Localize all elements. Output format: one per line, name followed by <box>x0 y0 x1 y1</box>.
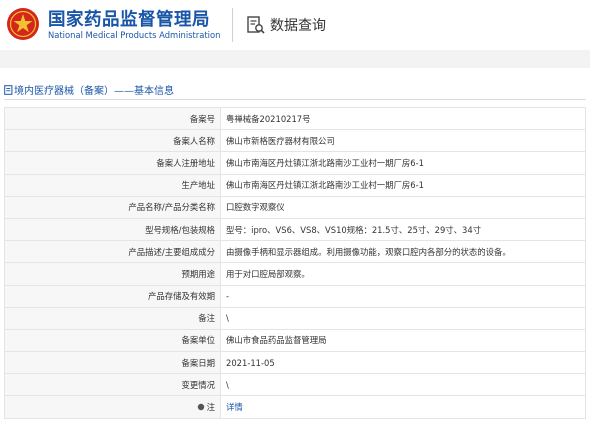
row-value: 详情 <box>220 395 586 419</box>
table-row: 预期用途 用于对口腔局部观察。 <box>4 262 586 286</box>
row-label: 备案人名称 <box>4 129 221 153</box>
row-label: 产品存储及有效期 <box>4 284 221 308</box>
table-row: 产品名称/产品分类名称 口腔数字观察仪 <box>4 195 586 219</box>
row-value: 口腔数字观察仪 <box>220 195 586 219</box>
row-value: 型号：ipro、VS6、VS8、VS10规格：21.5寸、25寸、29寸、34寸 <box>220 217 586 242</box>
row-label-note: 注 <box>4 395 221 419</box>
header-divider <box>232 8 233 42</box>
row-label: 生产地址 <box>4 173 221 197</box>
row-value: - <box>220 284 586 308</box>
document-icon <box>4 85 13 95</box>
table-row: 备注 \ <box>4 306 586 330</box>
row-value: 佛山市新格医疗器材有限公司 <box>220 129 586 153</box>
row-value: 佛山市南海区丹灶镇江浙北路南沙工业村一期厂房6-1 <box>220 173 586 197</box>
table-row: 备案号 粤禅械备20210217号 <box>4 106 586 131</box>
row-value: 佛山市南海区丹灶镇江浙北路南沙工业村一期厂房6-1 <box>220 151 586 175</box>
row-label: 备案单位 <box>4 328 221 353</box>
row-value: \ <box>220 373 586 397</box>
table-row: 备案日期 2021-11-05 <box>4 351 586 375</box>
table-row: 备案人注册地址 佛山市南海区丹灶镇江浙北路南沙工业村一期厂房6-1 <box>4 151 586 175</box>
nmpa-emblem-icon <box>7 8 39 40</box>
data-query-title: 数据查询 <box>270 18 326 34</box>
table-row: 产品描述/主要组成成分 由摄像手柄和显示器组成。利用摄像功能，观察口腔内各部分的… <box>4 240 586 264</box>
row-label: 产品描述/主要组成成分 <box>4 240 221 264</box>
row-value: 用于对口腔局部观察。 <box>220 262 586 286</box>
row-label: 备案人注册地址 <box>4 151 221 175</box>
row-label: 备案日期 <box>4 351 221 375</box>
row-label: 备案号 <box>4 106 221 131</box>
row-label: 备注 <box>4 306 221 330</box>
nav-band <box>0 50 590 68</box>
pin-icon <box>197 403 204 411</box>
site-header: 国家药品监督管理局 National Medical Products Admi… <box>0 0 590 50</box>
document-search-icon <box>247 16 265 34</box>
row-value: 粤禅械备20210217号 <box>220 106 586 131</box>
section-divider <box>4 99 586 100</box>
table-row: 变更情况 \ <box>4 373 586 397</box>
section-heading-text: 境内医疗器械（备案）——基本信息 <box>14 86 174 97</box>
row-label-text: 注 <box>206 402 215 413</box>
table-row: 型号规格/包装规格 型号：ipro、VS6、VS8、VS10规格：21.5寸、2… <box>4 217 586 242</box>
row-label: 变更情况 <box>4 373 221 397</box>
table-row: 备案人名称 佛山市新格医疗器材有限公司 <box>4 129 586 153</box>
row-label: 型号规格/包装规格 <box>4 217 221 242</box>
details-link[interactable]: 详情 <box>226 402 243 412</box>
table-row: 产品存储及有效期 - <box>4 284 586 308</box>
row-value: \ <box>220 306 586 330</box>
row-value: 佛山市食品药品监督管理局 <box>220 328 586 353</box>
row-value: 由摄像手柄和显示器组成。利用摄像功能，观察口腔内各部分的状态的设备。 <box>220 240 586 264</box>
table-row: 生产地址 佛山市南海区丹灶镇江浙北路南沙工业村一期厂房6-1 <box>4 173 586 197</box>
section-heading: 境内医疗器械（备案）——基本信息 <box>4 82 174 97</box>
site-title-cn[interactable]: 国家药品监督管理局 <box>48 6 210 31</box>
row-label: 产品名称/产品分类名称 <box>4 195 221 219</box>
row-label: 预期用途 <box>4 262 221 286</box>
record-detail-table: 备案号 粤禅械备20210217号 备案人名称 佛山市新格医疗器材有限公司 备案… <box>4 106 586 419</box>
table-row: 备案单位 佛山市食品药品监督管理局 <box>4 328 586 353</box>
row-value: 2021-11-05 <box>220 351 586 375</box>
table-row: 注 详情 <box>4 395 586 419</box>
site-title-en[interactable]: National Medical Products Administration <box>48 30 220 40</box>
